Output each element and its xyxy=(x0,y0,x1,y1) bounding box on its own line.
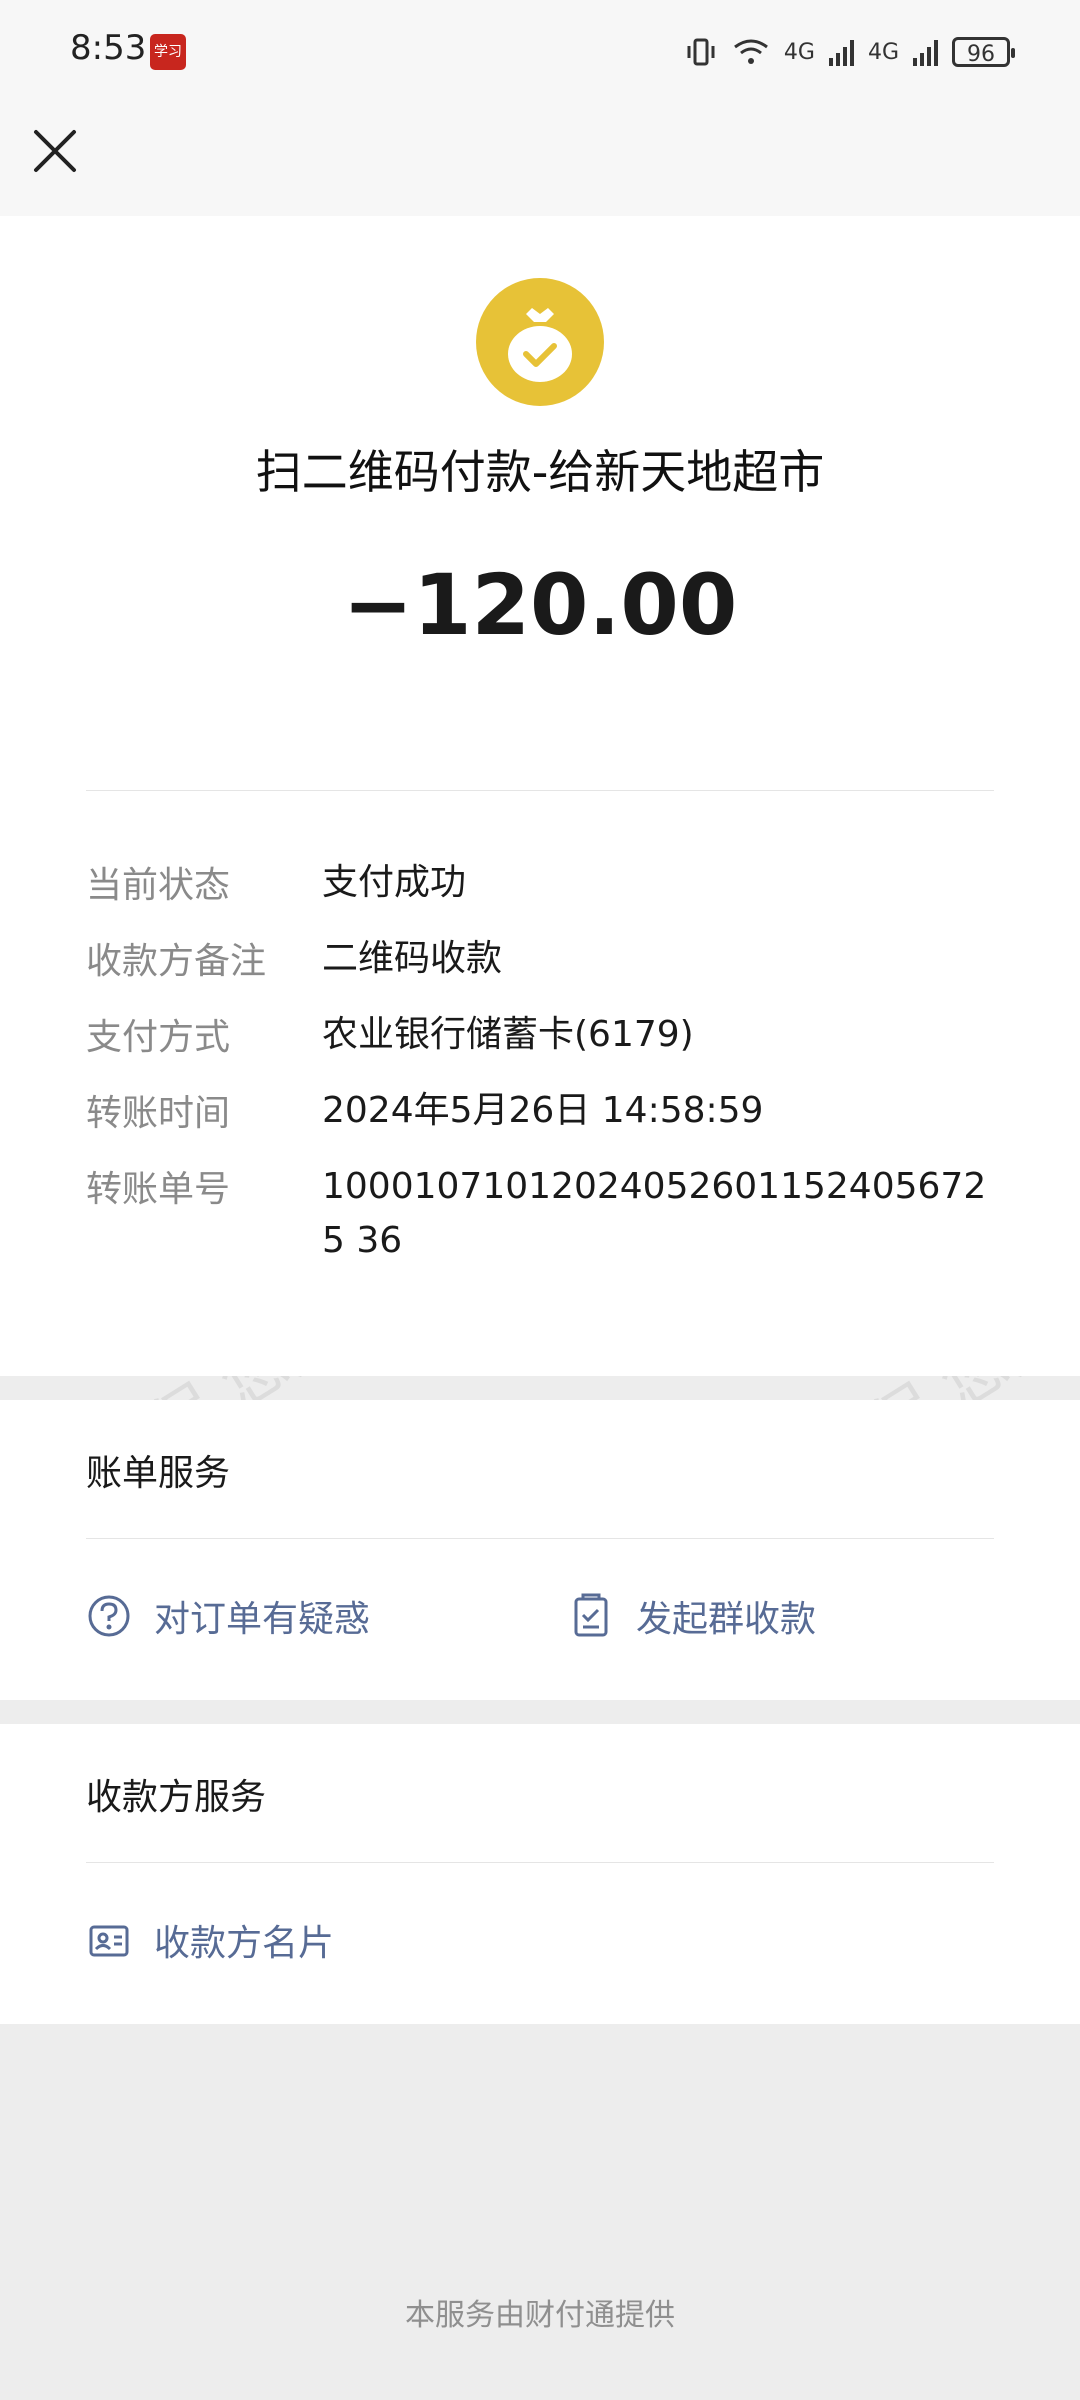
detail-label: 支付方式 xyxy=(86,1017,231,1058)
payee-card-label: 收款方名片 xyxy=(154,1923,335,1964)
network-type-2: 4G xyxy=(867,39,899,65)
group-receipt-button[interactable]: 发起群收款 xyxy=(568,1590,816,1642)
question-circle-icon xyxy=(88,1595,130,1637)
bill-service-card: 账单服务 对订单有疑惑 发起群收款 xyxy=(0,1400,1080,1700)
app-badge: 学习 xyxy=(150,34,186,70)
detail-label: 收款方备注 xyxy=(86,941,267,982)
transaction-title: 扫二维码付款-给新天地超市 xyxy=(255,445,825,499)
payee-card-button[interactable]: 收款方名片 xyxy=(86,1914,334,1966)
order-question-button[interactable]: 对订单有疑惑 xyxy=(86,1590,370,1642)
signal-icon-2 xyxy=(913,38,938,66)
close-icon[interactable] xyxy=(28,124,82,178)
detail-row-status: 当前状态 支付成功 xyxy=(86,856,994,910)
network-type-1: 4G xyxy=(783,39,815,65)
group-receipt-label: 发起群收款 xyxy=(636,1599,817,1640)
group-receipt-icon xyxy=(574,1593,608,1637)
detail-row-transfer-time: 转账时间 2024年5月26日 14:58:59 xyxy=(86,1084,994,1138)
order-question-label: 对订单有疑惑 xyxy=(154,1599,371,1640)
detail-value: 2024年5月26日 14:58:59 xyxy=(322,1090,764,1131)
detail-label: 当前状态 xyxy=(86,865,231,906)
money-bag-check-icon xyxy=(476,278,604,406)
status-icons: 4G 4G 96 xyxy=(684,30,1015,74)
detail-value[interactable]: 100010710120240526011524056725 36 xyxy=(322,1160,994,1268)
payee-service-card: 收款方服务 收款方名片 xyxy=(0,1724,1080,2024)
battery-icon: 96 xyxy=(952,37,1015,67)
vibrate-icon xyxy=(687,38,715,66)
detail-label: 转账单号 xyxy=(86,1169,231,1210)
bill-service-title: 账单服务 xyxy=(86,1453,231,1494)
transaction-amount: −120.00 xyxy=(342,556,738,654)
detail-row-payment-method: 支付方式 农业银行储蓄卡(6179) xyxy=(86,1008,994,1062)
wifi-icon xyxy=(734,39,768,64)
detail-row-payee-note: 收款方备注 二维码收款 xyxy=(86,932,994,986)
payee-service-divider xyxy=(86,1862,994,1863)
payee-service-title: 收款方服务 xyxy=(86,1777,267,1818)
transaction-card: 扫二维码付款-给新天地超市 −120.00 当前状态 支付成功 收款方备注 二维… xyxy=(0,216,1080,1376)
footer-provider-text: 本服务由财付通提供 xyxy=(405,2298,675,2333)
signal-icon-1 xyxy=(828,38,854,66)
detail-divider xyxy=(86,790,994,791)
business-card-icon xyxy=(89,1925,129,1957)
detail-row-transfer-number: 转账单号 100010710120240526011524056725 36 xyxy=(86,1160,994,1268)
detail-value: 二维码收款 xyxy=(322,938,503,979)
status-time: 8:53 xyxy=(70,28,147,68)
detail-value: 农业银行储蓄卡(6179) xyxy=(322,1014,694,1055)
detail-label: 转账时间 xyxy=(86,1093,231,1134)
detail-value: 支付成功 xyxy=(322,862,467,903)
bill-service-divider xyxy=(86,1538,994,1539)
status-bar: 8:53 学习 4G 4G 96 xyxy=(0,0,1080,104)
nav-bar xyxy=(0,104,1080,216)
